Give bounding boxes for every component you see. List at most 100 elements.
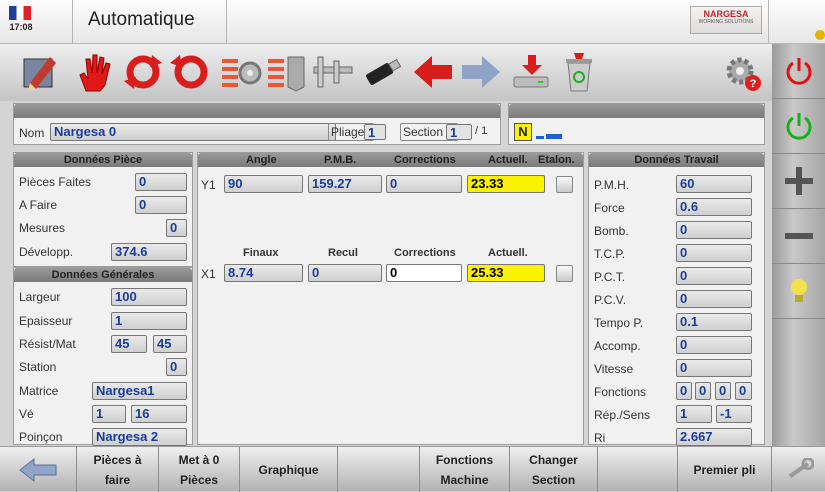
pct-field[interactable]: 0 — [676, 267, 752, 285]
plus-button[interactable] — [772, 154, 825, 209]
tools-button[interactable] — [772, 447, 825, 492]
met-a-zero-button[interactable]: Met à 0 Pièces — [159, 447, 240, 492]
epaisseur-label: Epaisseur — [19, 314, 73, 328]
section-field[interactable]: 1 — [446, 124, 472, 140]
fonction-field-4[interactable]: 0 — [735, 382, 752, 400]
minus-button[interactable] — [772, 209, 825, 264]
divider — [72, 0, 73, 44]
toolbar: ? — [0, 44, 772, 101]
empty-side-slot — [772, 319, 825, 446]
power-on-button[interactable] — [772, 99, 825, 154]
back-button[interactable] — [0, 447, 77, 492]
caliper-icon[interactable] — [312, 51, 354, 93]
pmh-field[interactable]: 60 — [676, 175, 752, 193]
section-total: / 1 — [475, 125, 488, 137]
mode-panel-header — [509, 104, 764, 118]
svg-text:?: ? — [750, 78, 757, 90]
changer-section-button[interactable]: Changer Section — [510, 447, 598, 492]
pcv-field[interactable]: 0 — [676, 290, 752, 308]
minus-icon — [784, 233, 813, 239]
clock: 17:08 — [9, 22, 33, 32]
col-angle: Angle — [246, 154, 277, 166]
y1-angle-field[interactable]: 90 — [224, 175, 303, 193]
pieces-faites-label: Pièces Faites — [19, 175, 92, 189]
donnees-generales-header: Données Générales — [14, 268, 192, 282]
tempo-field[interactable]: 0.1 — [676, 313, 752, 331]
arrow-left-icon[interactable] — [412, 51, 454, 93]
arrow-left-icon — [19, 457, 57, 482]
top-bar: 17:08 Automatique NARGESA WORKING SOLUTI… — [0, 0, 825, 44]
cycle-icon[interactable] — [122, 51, 164, 93]
x1-finaux-field[interactable]: 8.74 — [224, 264, 303, 282]
france-flag-icon — [9, 6, 31, 20]
tcp-field[interactable]: 0 — [676, 244, 752, 262]
y1-corrections-field[interactable]: 0 — [386, 175, 462, 193]
a-faire-field[interactable]: 0 — [135, 196, 187, 214]
station-field[interactable]: 0 — [166, 358, 187, 376]
list-bend-icon[interactable] — [266, 51, 308, 93]
force-field[interactable]: 0.6 — [676, 198, 752, 216]
ve-field-b[interactable]: 16 — [131, 405, 187, 423]
developpe-field[interactable]: 374.6 — [111, 243, 187, 261]
nom-field[interactable]: Nargesa 0 — [50, 123, 336, 141]
gear-list-icon[interactable] — [220, 51, 262, 93]
arrow-right-icon[interactable] — [460, 51, 502, 93]
donnees-generales-panel: Données Générales Largeur 100 Epaisseur … — [13, 267, 193, 446]
tempo-label: Tempo P. — [594, 316, 644, 330]
light-button[interactable] — [772, 264, 825, 319]
vitesse-field[interactable]: 0 — [676, 359, 752, 377]
col-actuel-x: Actuell. — [488, 247, 528, 259]
y1-etalon-button[interactable] — [556, 176, 573, 193]
x1-corrections-field[interactable]: 0 — [386, 264, 462, 282]
bottom-bar: Pièces à faire Met à 0 Pièces Graphique Fo… — [0, 446, 825, 492]
station-label: Station — [19, 360, 57, 374]
accomp-field[interactable]: 0 — [676, 336, 752, 354]
pieces-a-faire-button[interactable]: Pièces à faire — [77, 447, 159, 492]
resist-field-a[interactable]: 45 — [111, 335, 147, 353]
fonction-field-3[interactable]: 0 — [715, 382, 731, 400]
bomb-field[interactable]: 0 — [676, 221, 752, 239]
mode-panel: N — [508, 103, 765, 145]
repsens-field-b[interactable]: -1 — [716, 405, 752, 423]
page-title: Automatique — [88, 9, 195, 30]
graphique-button[interactable]: Graphique — [240, 447, 338, 492]
fonctions-label: Fonctions — [594, 385, 647, 399]
pieces-faites-field[interactable]: 0 — [135, 173, 187, 191]
plus-icon — [784, 167, 813, 195]
power-off-button[interactable] — [772, 44, 825, 99]
mesures-field[interactable]: 0 — [166, 219, 187, 237]
ri-field[interactable]: 2.667 — [676, 428, 752, 446]
a-faire-label: A Faire — [19, 198, 58, 212]
fonction-field-1[interactable]: 0 — [676, 382, 692, 400]
download-disk-icon[interactable] — [510, 51, 552, 93]
stop-hand-icon[interactable] — [72, 51, 114, 93]
x1-recul-field[interactable]: 0 — [308, 264, 382, 282]
empty-button[interactable] — [338, 447, 420, 492]
poincon-field[interactable]: Nargesa 2 — [92, 428, 187, 446]
y1-pmb-field[interactable]: 159.27 — [308, 175, 382, 193]
gear-alert-icon[interactable]: ? — [722, 51, 764, 93]
usb-icon[interactable] — [362, 51, 404, 93]
edit-icon[interactable] — [18, 51, 60, 93]
premier-pli-button[interactable]: Premier pli — [678, 447, 772, 492]
empty-button-2[interactable] — [598, 447, 678, 492]
recycle-bin-icon[interactable] — [558, 51, 600, 93]
ve-field-a[interactable]: 1 — [92, 405, 126, 423]
col-actuel: Actuell. — [488, 154, 528, 166]
fonctions-machine-button[interactable]: Fonctions Machine — [420, 447, 510, 492]
x1-label: X1 — [201, 267, 216, 281]
pliage-field[interactable]: 1 — [364, 124, 386, 140]
fonction-field-2[interactable]: 0 — [695, 382, 711, 400]
largeur-field[interactable]: 100 — [111, 288, 187, 306]
repsens-label: Rép./Sens — [594, 408, 651, 422]
epaisseur-field[interactable]: 1 — [111, 312, 187, 330]
x1-etalon-button[interactable] — [556, 265, 573, 282]
right-button-column — [772, 44, 825, 446]
repsens-field-a[interactable]: 1 — [676, 405, 712, 423]
cycle-reverse-icon[interactable] — [170, 51, 212, 93]
matrice-field[interactable]: Nargesa1 — [92, 382, 187, 400]
y1-label: Y1 — [201, 178, 216, 192]
resist-field-b[interactable]: 45 — [153, 335, 187, 353]
nargesa-logo: NARGESA WORKING SOLUTIONS — [690, 6, 762, 34]
col-finaux: Finaux — [243, 247, 279, 259]
